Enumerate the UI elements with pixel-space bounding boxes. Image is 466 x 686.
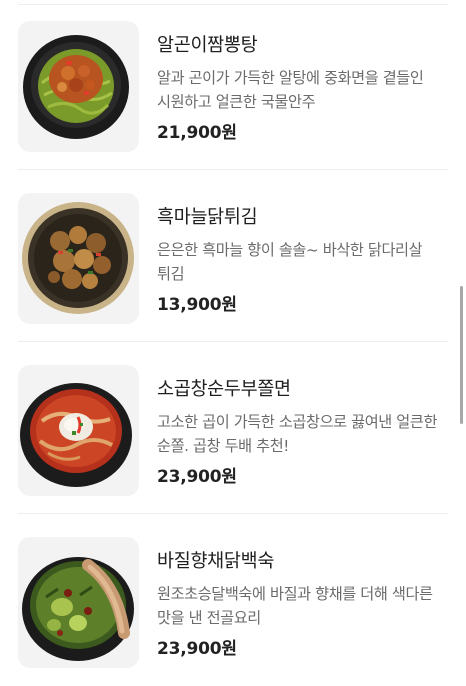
menu-item-name: 소곱창순두부쫄면 bbox=[157, 379, 291, 400]
menu-item-price: 23,900원 bbox=[157, 467, 237, 487]
menu-item-description: 은은한 흑마늘 향이 솔솔~ 바삭한 닭다리살 튀김 bbox=[157, 241, 423, 283]
menu-item-price: 23,900원 bbox=[157, 639, 237, 659]
menu-item-price: 13,900원 bbox=[157, 295, 237, 315]
divider bbox=[18, 513, 448, 514]
menu-item-image[interactable] bbox=[18, 193, 139, 324]
seafood-noodle-stew-image bbox=[23, 35, 129, 139]
menu-item-info: 소곱창순두부쫄면 고소한 곱이 가득한 소곱창으로 끓여낸 얼큰한 순쫄. 곱창… bbox=[157, 378, 450, 488]
menu-item[interactable]: 바질향채닭백숙 원조초승달백숙에 바질과 향채를 더해 색다른 맛을 낸 전골요… bbox=[0, 516, 466, 686]
divider bbox=[18, 169, 448, 170]
menu-item-description: 알과 곤이가 가득한 알탕에 중화면을 곁들인 시원하고 얼큰한 국물안주 bbox=[157, 69, 424, 111]
menu-item[interactable]: 알곤이짬뽕탕 알과 곤이가 가득한 알탕에 중화면을 곁들인 시원하고 얼큰한 … bbox=[0, 0, 466, 170]
menu-item-description: 원조초승달백숙에 바질과 향채를 더해 색다른 맛을 낸 전골요리 bbox=[157, 585, 433, 627]
basil-chicken-soup-image bbox=[22, 557, 134, 661]
tripe-tofu-noodle-image bbox=[20, 383, 132, 487]
menu-item-name: 알곤이짬뽕탕 bbox=[157, 35, 258, 56]
menu-item-info: 바질향채닭백숙 원조초승달백숙에 바질과 향채를 더해 색다른 맛을 낸 전골요… bbox=[157, 550, 450, 660]
fried-chicken-image bbox=[22, 202, 134, 314]
menu-item[interactable]: 흑마늘닭튀김 은은한 흑마늘 향이 솔솔~ 바삭한 닭다리살 튀김 13,900… bbox=[0, 172, 466, 342]
menu-item-info: 알곤이짬뽕탕 알과 곤이가 가득한 알탕에 중화면을 곁들인 시원하고 얼큰한 … bbox=[157, 34, 450, 144]
scrollbar[interactable] bbox=[460, 286, 463, 424]
menu-item-image[interactable] bbox=[18, 21, 139, 152]
menu-item-image[interactable] bbox=[18, 365, 139, 496]
menu-item[interactable]: 소곱창순두부쫄면 고소한 곱이 가득한 소곱창으로 끓여낸 얼큰한 순쫄. 곱창… bbox=[0, 344, 466, 514]
menu-item-name: 바질향채닭백숙 bbox=[157, 551, 275, 572]
menu-item-info: 흑마늘닭튀김 은은한 흑마늘 향이 솔솔~ 바삭한 닭다리살 튀김 13,900… bbox=[157, 206, 450, 316]
menu-item-price: 21,900원 bbox=[157, 123, 237, 143]
menu-item-name: 흑마늘닭튀김 bbox=[157, 207, 258, 228]
menu-item-image[interactable] bbox=[18, 537, 139, 668]
menu-item-description: 고소한 곱이 가득한 소곱창으로 끓여낸 얼큰한 순쫄. 곱창 두배 추천! bbox=[157, 413, 438, 455]
divider bbox=[18, 341, 448, 342]
